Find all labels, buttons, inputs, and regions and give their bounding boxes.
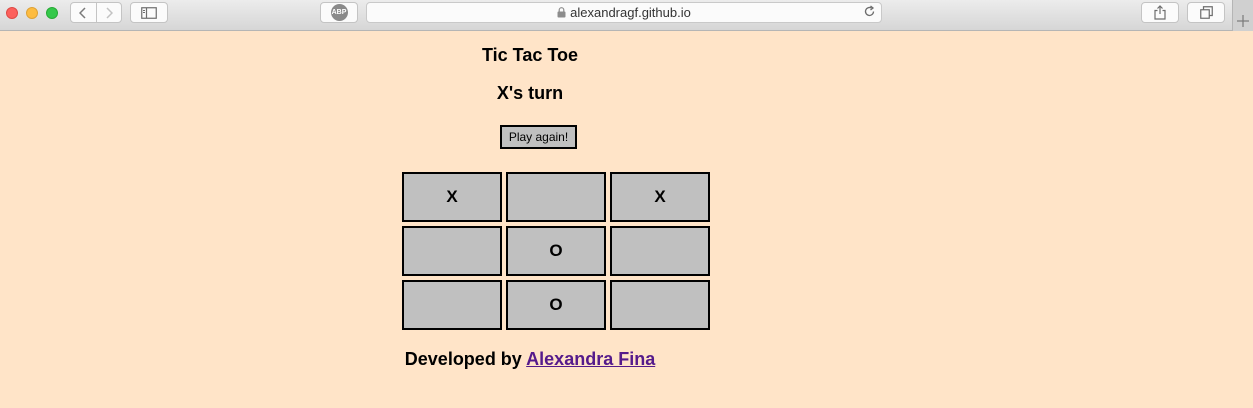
board-cell-5[interactable]: O	[506, 226, 606, 276]
zoom-window-icon[interactable]	[46, 7, 58, 19]
board-cell-1[interactable]: X	[402, 172, 502, 222]
board-cell-6[interactable]	[610, 226, 710, 276]
author-link[interactable]: Alexandra Fina	[526, 349, 655, 369]
tabs-overview-button[interactable]	[1187, 2, 1225, 23]
board-cell-7[interactable]	[402, 280, 502, 330]
forward-button[interactable]	[95, 3, 122, 22]
adblock-icon: ABP	[330, 4, 348, 21]
close-window-icon[interactable]	[6, 7, 18, 19]
forward-icon	[106, 6, 113, 19]
share-icon	[1154, 5, 1166, 20]
game-board: X X O O	[402, 172, 710, 330]
minimize-window-icon[interactable]	[26, 7, 38, 19]
new-tab-button[interactable]	[1232, 0, 1253, 31]
sidebar-icon	[141, 6, 157, 19]
navigation-buttons	[70, 2, 122, 23]
board-cell-4[interactable]	[402, 226, 502, 276]
footer-credit: Developed by Alexandra Fina	[380, 349, 680, 370]
footer-prefix: Developed by	[404, 349, 522, 369]
reload-icon	[864, 5, 875, 17]
browser-toolbar: ABP alexandragf.github.io	[0, 0, 1253, 31]
board-cell-3[interactable]: X	[610, 172, 710, 222]
play-again-button[interactable]: Play again!	[500, 125, 577, 149]
reload-button[interactable]	[863, 5, 876, 23]
share-button[interactable]	[1141, 2, 1179, 23]
lock-icon	[557, 7, 566, 18]
page-title: Tic Tac Toe	[481, 45, 579, 65]
board-cell-9[interactable]	[610, 280, 710, 330]
tabs-icon	[1199, 6, 1213, 19]
plus-icon	[1237, 15, 1249, 27]
turn-status: X's turn	[496, 83, 564, 103]
back-icon	[79, 6, 86, 19]
board-cell-2[interactable]	[506, 172, 606, 222]
adblock-button[interactable]: ABP	[320, 2, 358, 23]
back-button[interactable]	[71, 3, 96, 22]
sidebar-button[interactable]	[130, 2, 168, 23]
board-cell-8[interactable]: O	[506, 280, 606, 330]
url-text: alexandragf.github.io	[570, 5, 691, 20]
address-bar[interactable]: alexandragf.github.io	[366, 2, 882, 23]
